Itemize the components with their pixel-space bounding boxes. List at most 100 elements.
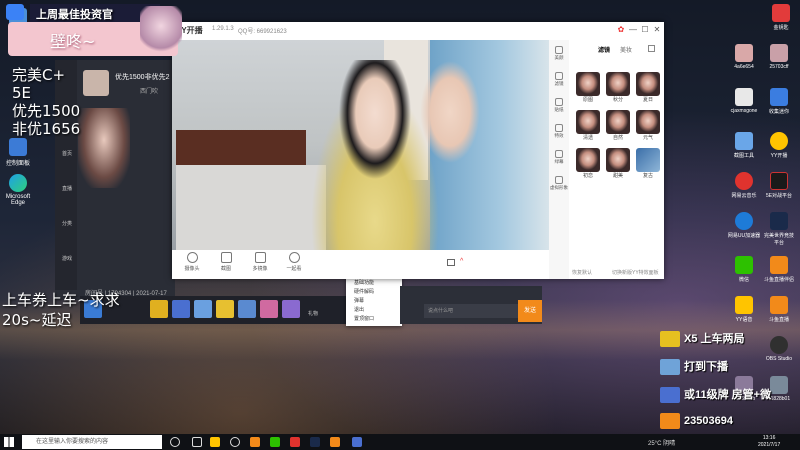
desktop-icon-edge[interactable]: Microsoft Edge <box>0 174 36 206</box>
gift-icon[interactable] <box>216 300 234 318</box>
gift-icon[interactable] <box>282 300 300 318</box>
desktop-icon-label: 网易UU加速器 <box>727 233 761 239</box>
effects-side-label: 虚拟形象 <box>550 185 568 190</box>
wechat-taskbar-icon[interactable] <box>270 437 280 447</box>
bg-side-item[interactable]: 分类 <box>58 220 76 227</box>
task-view-icon[interactable] <box>192 437 202 447</box>
skin-icon[interactable]: ✿ <box>616 25 626 35</box>
steam-taskbar-icon[interactable] <box>310 437 320 447</box>
desktop-icon[interactable]: 微信 <box>727 256 761 283</box>
gift-icon[interactable] <box>172 300 190 318</box>
filter-item[interactable]: 自然 <box>606 110 630 141</box>
filter-thumbnail <box>606 72 630 96</box>
filter-item[interactable]: 初恋 <box>576 148 600 179</box>
app-taskbar-icon[interactable] <box>230 437 240 447</box>
effects-side-item[interactable]: 美颜 <box>550 46 568 61</box>
desktop-icon-label: 5E对战平台 <box>765 193 793 199</box>
context-menu-item[interactable]: 置顶窗口 <box>346 313 402 325</box>
douyu-taskbar-icon[interactable] <box>250 437 260 447</box>
yy-version: 1.29.1.3 <box>212 26 234 32</box>
netease-taskbar-icon[interactable] <box>290 437 300 447</box>
desktop-icon[interactable]: 网易云音乐 <box>727 172 761 199</box>
ticker-row: 或11级牌 房管+微 <box>660 386 771 406</box>
wechat-icon <box>735 256 753 274</box>
camera-tool-button[interactable]: 截图 <box>211 252 241 272</box>
gift-icon <box>660 387 680 404</box>
filter-item[interactable]: 原图 <box>576 72 600 103</box>
desktop-icon[interactable]: YY开播 <box>762 132 796 159</box>
gift-icon[interactable] <box>238 300 256 318</box>
clock[interactable]: 13:16 2021/7/17 <box>758 435 780 449</box>
windows-start-icon[interactable] <box>4 437 14 447</box>
bg-side-item[interactable]: 首页 <box>58 150 76 157</box>
chat-send-button[interactable]: 发送 <box>518 300 542 322</box>
minimize-button[interactable]: — <box>628 25 638 35</box>
switch-panel-button[interactable]: 切换新版YY特效面板 <box>612 269 659 276</box>
camera-tool-button[interactable]: 一起看 <box>279 252 309 272</box>
overlay-name: 壁咚~ <box>50 32 96 51</box>
desktop-icon[interactable]: 截图工具 <box>727 132 761 159</box>
gift-icon[interactable] <box>194 300 212 318</box>
filter-item[interactable]: 清透 <box>576 110 600 141</box>
filter-item[interactable]: 元气 <box>636 110 660 141</box>
desktop-icon[interactable]: 4a6e654 <box>727 44 761 70</box>
tab-makeup[interactable]: 美妆 <box>620 45 632 54</box>
desktop-icon-label: 网易云音乐 <box>731 193 757 199</box>
effects-side-item[interactable]: 特效 <box>550 124 568 139</box>
effects-side-item[interactable]: 绿幕 <box>550 150 568 165</box>
chat-input[interactable]: 说点什么吧 <box>424 304 518 318</box>
bg-side-item[interactable]: 直播 <box>58 185 76 192</box>
reset-default-button[interactable]: 恢复默认 <box>572 269 592 276</box>
filter-item[interactable]: 甜美 <box>606 148 630 179</box>
camera-tool-label: 一起看 <box>286 266 302 272</box>
camera-tool-button[interactable]: 摄像头 <box>177 252 207 272</box>
close-button[interactable]: ✕ <box>652 25 662 35</box>
cortana-icon[interactable] <box>170 437 180 447</box>
filter-item[interactable]: 秋分 <box>606 72 630 103</box>
image-file-icon <box>770 44 788 62</box>
effects-side-item[interactable]: 虚拟形象 <box>550 176 568 191</box>
desktop-icon[interactable]: 斗鱼直播伴侣 <box>762 256 796 283</box>
yy-taskbar-icon[interactable] <box>210 437 220 447</box>
streamer-avatar[interactable] <box>83 70 109 96</box>
gift-icon[interactable] <box>260 300 278 318</box>
screen-share-icon[interactable] <box>447 259 455 266</box>
chevron-up-icon[interactable]: ^ <box>460 258 463 265</box>
tab-filter[interactable]: 滤镜 <box>598 45 610 54</box>
camera-tool-button[interactable]: 多镜像 <box>245 252 275 272</box>
desktop-icon[interactable]: 收集迷你 <box>762 88 796 115</box>
desktop-icon[interactable]: 完美世界竞技平台 <box>762 212 796 246</box>
camera-tool-label: 摄像头 <box>184 266 200 272</box>
desktop-icon[interactable]: 金钥匙 <box>764 4 798 31</box>
filter-item[interactable]: 复古 <box>636 148 660 179</box>
desktop-icon[interactable]: 5E对战平台 <box>762 172 796 199</box>
cat-icon <box>660 413 680 429</box>
gift-icon[interactable] <box>150 300 168 318</box>
bg-side-item[interactable]: 游戏 <box>58 255 76 262</box>
desktop-icon-label: 斗鱼直播伴侣 <box>763 277 794 283</box>
filter-item[interactable]: 夏日 <box>636 72 660 103</box>
desktop-icon-label: 斗鱼直播 <box>768 317 789 323</box>
avatar-icon <box>555 176 563 184</box>
taskbar-search-input[interactable]: 在这里输入你要搜索的内容 <box>22 435 162 449</box>
app-taskbar-icon[interactable] <box>330 437 340 447</box>
panel-toggle-icon[interactable] <box>648 45 655 52</box>
weather-status[interactable]: 25°C 阴晴 <box>648 438 675 447</box>
desktop-icon-control-panel[interactable]: 控制面板 <box>0 138 36 167</box>
control-panel-icon <box>9 138 27 156</box>
desktop-icon[interactable]: 网易UU加速器 <box>727 212 761 239</box>
effects-side-item[interactable]: 滤镜 <box>550 72 568 87</box>
maximize-button[interactable]: ☐ <box>640 25 650 35</box>
filter-thumbnail <box>636 72 660 96</box>
overlay-bottom-text: 上车券上车~求求 20s~延迟 <box>2 290 120 330</box>
yy-voice-icon <box>735 296 753 314</box>
desktop-icon-label: 4a6e654 <box>734 64 754 70</box>
app-taskbar-icon[interactable] <box>352 437 362 447</box>
effects-side-item[interactable]: 贴纸 <box>550 98 568 113</box>
desktop-icon[interactable]: 斗鱼直播 <box>762 296 796 323</box>
desktop-icon-label: 25703cff <box>769 64 789 70</box>
desktop-icon[interactable]: YY语音 <box>727 296 761 323</box>
desktop-icon[interactable]: 25703cff <box>762 44 796 70</box>
filter-label: 清透 <box>582 135 593 141</box>
desktop-icon[interactable]: cjaxmsgone <box>727 88 761 114</box>
